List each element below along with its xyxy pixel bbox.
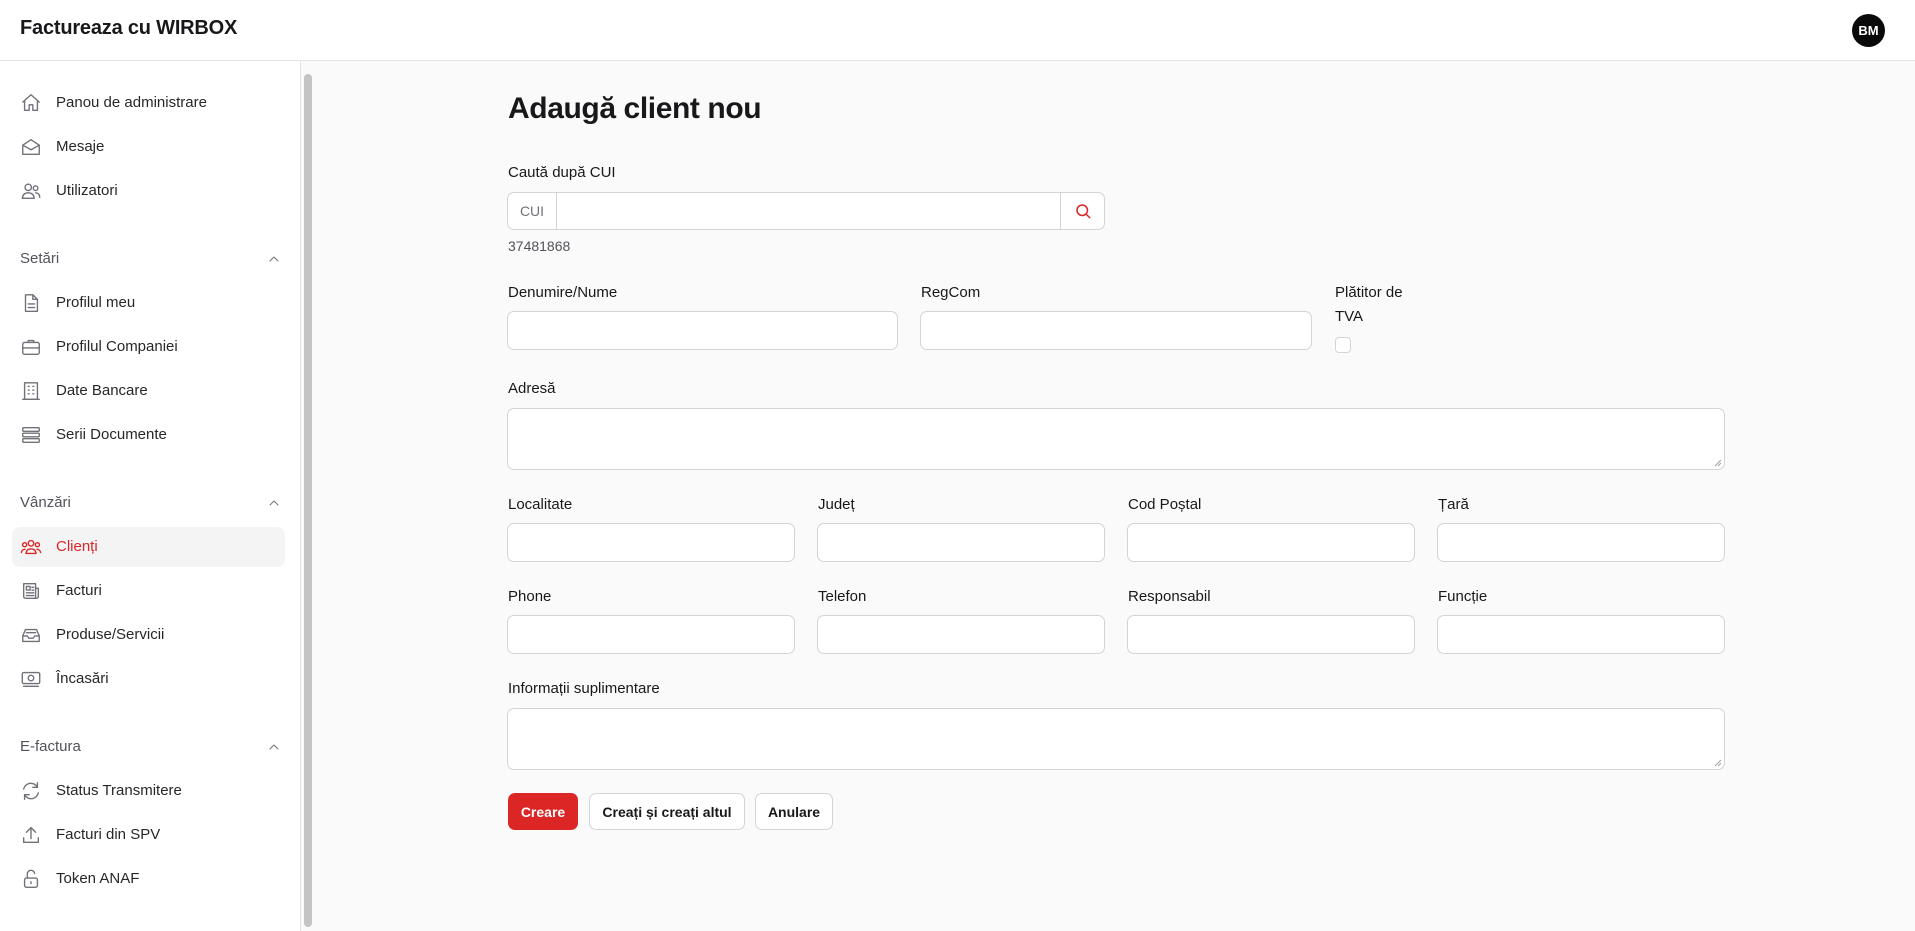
create-another-button[interactable]: Creați și creați altul [589, 793, 745, 830]
sidebar-item-label: Token ANAF [56, 870, 140, 887]
address-textarea[interactable] [507, 408, 1725, 470]
user-avatar[interactable]: BM [1852, 14, 1885, 47]
sidebar-item-users[interactable]: Utilizatori [12, 171, 285, 211]
vat-payer-checkbox[interactable] [1335, 337, 1351, 353]
vat-payer-label-line1: Plătitor de [1335, 284, 1403, 301]
cui-prefix: CUI [508, 193, 557, 229]
sidebar-item-clients[interactable]: Clienți [12, 527, 285, 567]
sidebar-item-messages[interactable]: Mesaje [12, 127, 285, 167]
telephone-input[interactable] [817, 615, 1105, 654]
address-label: Adresă [508, 380, 556, 397]
sidebar-item-label: Încasări [56, 670, 109, 687]
mail-open-icon [22, 138, 40, 156]
section-title: Vânzări [20, 494, 71, 511]
app-brand[interactable]: Factureaza cu WIRBOX [20, 17, 237, 40]
responsible-label: Responsabil [1128, 588, 1211, 605]
sidebar-item-label: Status Transmitere [56, 782, 182, 799]
cui-search-button[interactable] [1060, 193, 1104, 229]
sidebar-item-label: Serii Documente [56, 426, 167, 443]
upload-icon [22, 826, 40, 844]
document-icon [24, 294, 39, 312]
sidebar-item-label: Mesaje [56, 138, 105, 155]
sidebar-scrollbar[interactable] [304, 74, 312, 927]
section-title: Setări [20, 250, 60, 267]
phone-input[interactable] [507, 615, 795, 654]
newspaper-icon [22, 582, 40, 600]
sidebar-item-transmission-status[interactable]: Status Transmitere [12, 771, 285, 811]
country-input[interactable] [1437, 523, 1725, 562]
cui-search-label: Caută după CUI [508, 164, 616, 181]
sidebar-item-document-series[interactable]: Serii Documente [12, 415, 285, 455]
sidebar-item-label: Panou de administrare [56, 94, 207, 111]
country-label: Țară [1438, 496, 1469, 513]
postal-code-label: Cod Poștal [1128, 496, 1202, 513]
briefcase-icon [22, 339, 40, 356]
sidebar-item-label: Profilul Companiei [56, 338, 178, 355]
sidebar-item-label: Facturi [56, 582, 102, 599]
sidebar-item-anaf-token[interactable]: Token ANAF [12, 859, 285, 899]
section-sales-toggle[interactable]: Vânzări [20, 491, 282, 515]
sidebar-item-label: Produse/Servicii [56, 626, 165, 643]
search-icon [1075, 204, 1090, 219]
refresh-icon [22, 782, 40, 800]
page-title: Adaugă client nou [508, 92, 762, 125]
sidebar-item-my-profile[interactable]: Profilul meu [12, 283, 285, 323]
name-label: Denumire/Nume [508, 284, 618, 301]
sidebar-item-company-profile[interactable]: Profilul Companiei [12, 327, 285, 367]
building-icon [22, 382, 40, 400]
postal-code-input[interactable] [1127, 523, 1415, 562]
telephone-label: Telefon [818, 588, 867, 605]
function-input[interactable] [1437, 615, 1725, 654]
resize-grip-icon[interactable] [1714, 759, 1722, 767]
home-icon [22, 94, 40, 112]
chevron-up-icon [269, 256, 279, 262]
stack-icon [22, 426, 40, 444]
county-label: Județ [818, 496, 855, 513]
users-icon [21, 183, 41, 200]
sidebar-item-spv-invoices[interactable]: Facturi din SPV [12, 815, 285, 855]
cancel-button[interactable]: Anulare [755, 793, 833, 830]
sidebar-item-invoices[interactable]: Facturi [12, 571, 285, 611]
regcom-label: RegCom [921, 284, 981, 301]
cui-search-group: CUI [507, 192, 1105, 230]
sidebar-item-bank-details[interactable]: Date Bancare [12, 371, 285, 411]
sidebar-item-payments[interactable]: Încasări [12, 659, 285, 699]
top-bar: Factureaza cu WIRBOX BM [0, 0, 1915, 61]
sidebar-item-label: Profilul meu [56, 294, 136, 311]
function-label: Funcție [1438, 588, 1488, 605]
county-input[interactable] [817, 523, 1105, 562]
section-settings-toggle[interactable]: Setări [20, 247, 282, 271]
chevron-up-icon [269, 500, 279, 506]
sidebar-item-dashboard[interactable]: Panou de administrare [12, 83, 285, 123]
responsible-input[interactable] [1127, 615, 1415, 654]
extra-info-label: Informații suplimentare [508, 680, 660, 697]
extra-info-textarea[interactable] [507, 708, 1725, 770]
inbox-stack-icon [22, 628, 40, 643]
cui-hint: 37481868 [508, 238, 571, 254]
vat-payer-label-line2: TVA [1335, 308, 1364, 325]
name-input[interactable] [507, 311, 898, 350]
city-input[interactable] [507, 523, 795, 562]
sidebar-item-label: Date Bancare [56, 382, 148, 399]
resize-grip-icon[interactable] [1714, 459, 1722, 467]
section-efactura-toggle[interactable]: E-factura [20, 735, 282, 759]
cui-search-input[interactable] [558, 193, 1061, 229]
city-label: Localitate [508, 496, 573, 513]
user-group-icon [20, 539, 42, 555]
section-title: E-factura [20, 738, 81, 755]
sidebar-item-label: Utilizatori [56, 182, 118, 199]
sidebar-item-products[interactable]: Produse/Servicii [12, 615, 285, 655]
unlock-icon [23, 869, 39, 888]
sidebar-item-label: Clienți [56, 538, 98, 555]
sidebar: Panou de administrare Mesaje Utilizatori… [0, 61, 301, 931]
phone-label: Phone [508, 588, 552, 605]
sidebar-item-label: Facturi din SPV [56, 826, 161, 843]
cash-icon [21, 671, 41, 688]
chevron-up-icon [269, 744, 279, 750]
regcom-input[interactable] [920, 311, 1312, 350]
create-button[interactable]: Creare [508, 793, 578, 830]
